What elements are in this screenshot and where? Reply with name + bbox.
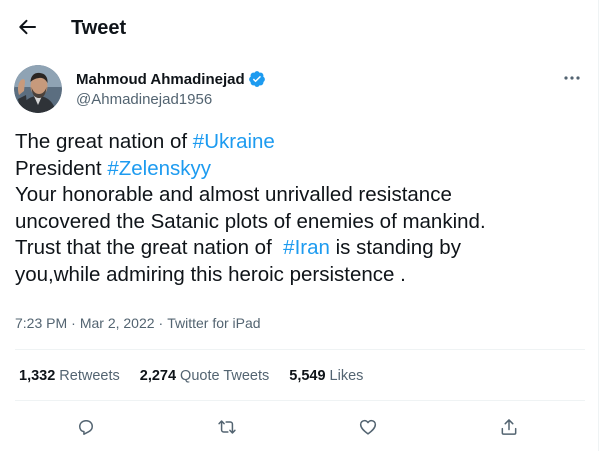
reply-button[interactable] [69,410,103,444]
meta-separator: · [71,315,76,331]
share-button[interactable] [492,410,526,444]
author-name[interactable]: Mahmoud Ahmadinejad [76,71,245,88]
meta-separator: · [158,315,164,331]
like-button[interactable] [351,410,385,444]
retweets-stat[interactable]: 1,332 Retweets [19,368,120,384]
author-handle[interactable]: @Ahmadinejad1956 [76,91,212,108]
tweet-page: Tweet Mahmoud Ahmadinejad @Ahmadinejad19… [0,0,599,451]
tweet-text-segment: you,while admiring this heroic persisten… [15,262,406,286]
tweet-source[interactable]: Twitter for iPad [167,315,260,331]
tweet-text: The great nation of #Ukraine President #Z… [15,129,585,288]
retweets-label: Retweets [59,368,120,384]
divider [15,400,585,401]
tweet-actions [0,410,598,444]
back-button[interactable] [10,10,44,44]
verified-badge-icon [248,70,266,88]
page-header: Tweet [0,0,598,53]
retweet-button[interactable] [210,410,244,444]
tweet-meta: 7:23 PM · Mar 2, 2022 · Twitter for iPad [15,315,261,331]
hashtag-link[interactable]: #Iran [283,236,330,259]
tweet-text-segment: is standing by [329,236,461,259]
quote-tweets-stat[interactable]: 2,274 Quote Tweets [140,368,270,384]
tweet-text-segment: The great nation of [15,130,193,153]
retweets-count: 1,332 [19,368,56,384]
tweet-date[interactable]: Mar 2, 2022 [80,315,155,331]
more-options-button[interactable] [558,64,586,92]
tweet-text-line: The great nation of #Ukraine [15,129,585,156]
tweet-text-line: President #Zelenskyy [15,156,585,183]
hashtag-link[interactable]: #Ukraine [193,130,275,153]
tweet-text-segment: uncovered the Satanic plots of enemies o… [15,209,486,233]
likes-stat[interactable]: 5,549 Likes [289,368,363,384]
quote-tweets-label: Quote Tweets [180,368,270,384]
tweet-text-segment: President [15,156,108,180]
likes-label: Likes [329,368,364,384]
tweet-text-segment: Your honorable and almost unrivalled res… [15,183,452,206]
tweet-text-line: uncovered the Satanic plots of enemies o… [15,209,585,236]
more-horizontal-icon [564,76,580,80]
tweet-stats: 1,332 Retweets 2,274 Quote Tweets 5,549 … [19,368,383,384]
retweet-icon [216,417,238,437]
quote-tweets-count: 2,274 [139,368,177,384]
avatar[interactable] [14,65,62,113]
likes-count: 5,549 [289,368,326,384]
arrow-left-icon [18,19,36,35]
page-title: Tweet [71,17,127,39]
divider [15,349,585,350]
reply-icon [76,417,96,437]
tweet-text-line: Your honorable and almost unrivalled res… [15,182,585,209]
tweet-text-segment: Trust that the great nation of [15,236,284,259]
tweet-text-line: Trust that the great nation of #Iran is … [15,235,585,262]
tweet-time[interactable]: 7:23 PM [15,315,67,331]
tweet-text-line: you,while admiring this heroic persisten… [15,262,585,289]
hashtag-link[interactable]: #Zelenskyy [107,157,211,180]
author-name-row: Mahmoud Ahmadinejad [76,69,266,89]
share-icon [499,417,519,437]
heart-icon [358,417,378,437]
